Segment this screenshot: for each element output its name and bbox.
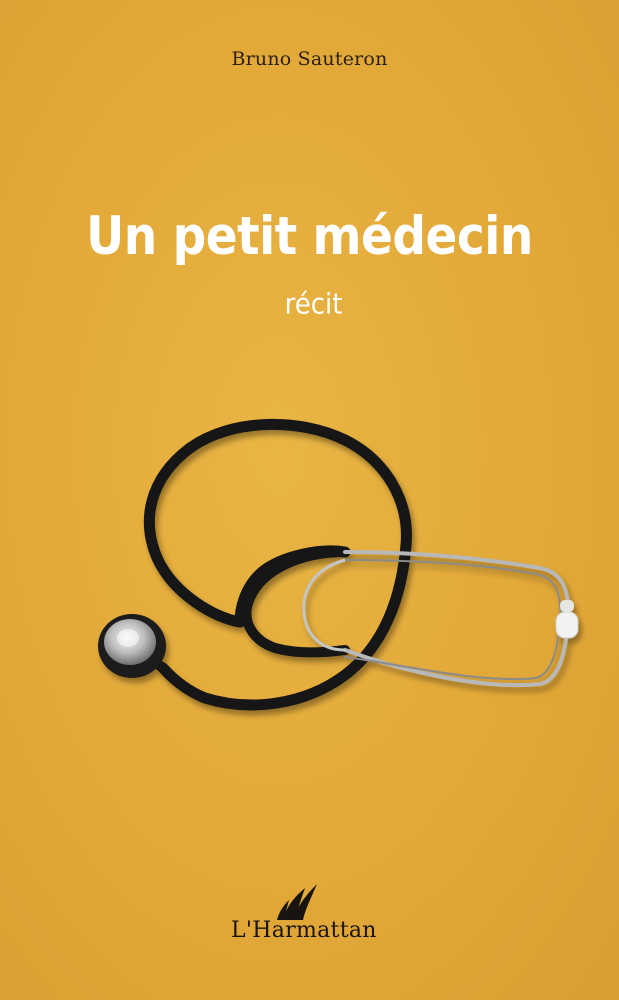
publisher-name: L'Harmattan xyxy=(231,918,377,943)
book-cover: Bruno Sauteron Un petit médecin récit L'… xyxy=(0,0,619,1000)
stethoscope-icon xyxy=(98,418,579,711)
publisher-logo: L'Harmattan xyxy=(231,880,401,950)
